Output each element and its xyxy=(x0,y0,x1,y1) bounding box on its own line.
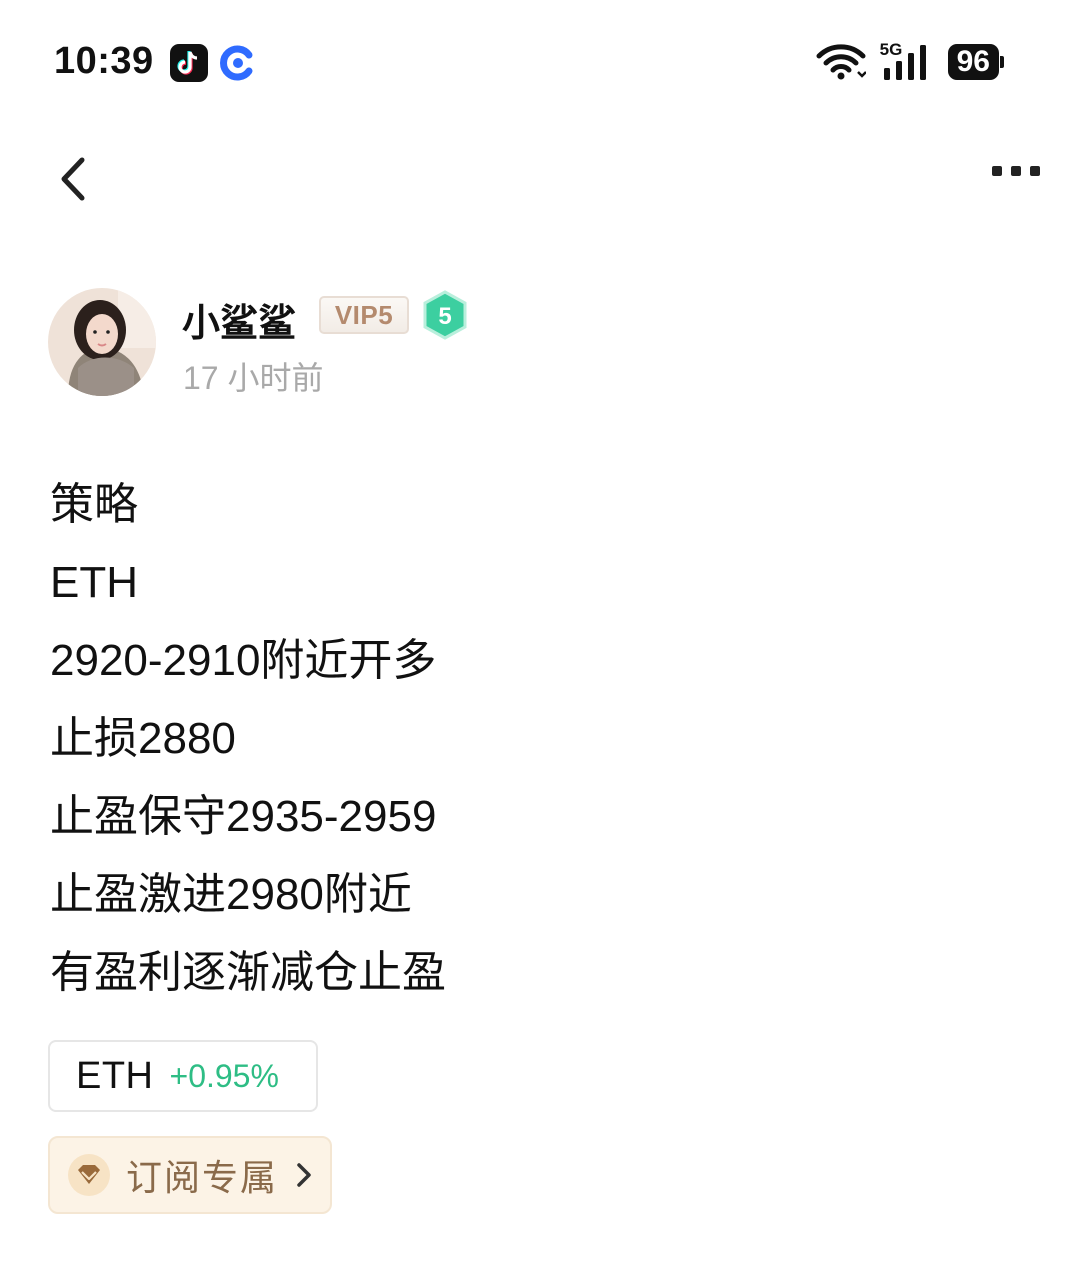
battery-icon: 96 xyxy=(947,44,1004,80)
status-time: 10:39 xyxy=(54,40,154,82)
post-line: 有盈利逐渐减仓止盈 xyxy=(50,948,446,997)
ticker-change: +0.95% xyxy=(169,1057,279,1094)
battery-level: 96 xyxy=(947,44,999,80)
subscribe-button[interactable]: 订阅专属 xyxy=(48,1136,332,1214)
author-name[interactable]: 小鲨鲨 xyxy=(182,292,296,347)
more-icon[interactable] xyxy=(992,166,1040,176)
post-line: 止损2880 xyxy=(50,714,236,763)
vip-badge: VIP5 xyxy=(319,296,409,334)
wifi-icon xyxy=(816,44,866,80)
post-line: 止盈激进2980附近 xyxy=(50,870,412,919)
post-line: 止盈保守2935-2959 xyxy=(50,792,437,841)
chevron-right-icon xyxy=(294,1158,314,1192)
post-content: 策略 ETH 2920-2910附近开多 止损2880 止盈保守2935-295… xyxy=(50,466,446,1012)
signal-icon: 5G xyxy=(880,40,934,82)
post-time: 17 小时前 xyxy=(183,360,324,396)
ticker-chip[interactable]: ETH +0.95% xyxy=(48,1040,318,1112)
level-number: 5 xyxy=(438,303,451,330)
post-line: 策略 xyxy=(50,480,138,529)
status-right-group: 5G 96 xyxy=(816,40,1004,82)
back-icon[interactable] xyxy=(54,154,94,204)
tiktok-icon xyxy=(170,44,208,82)
ticker-symbol: ETH xyxy=(76,1054,154,1097)
level-badge: 5 xyxy=(422,290,468,340)
avatar[interactable] xyxy=(48,288,156,396)
diamond-icon xyxy=(68,1154,110,1196)
c-app-icon xyxy=(218,44,256,82)
subscribe-label: 订阅专属 xyxy=(126,1157,279,1198)
post-line: ETH xyxy=(50,558,138,607)
post-line: 2920-2910附近开多 xyxy=(50,636,437,685)
